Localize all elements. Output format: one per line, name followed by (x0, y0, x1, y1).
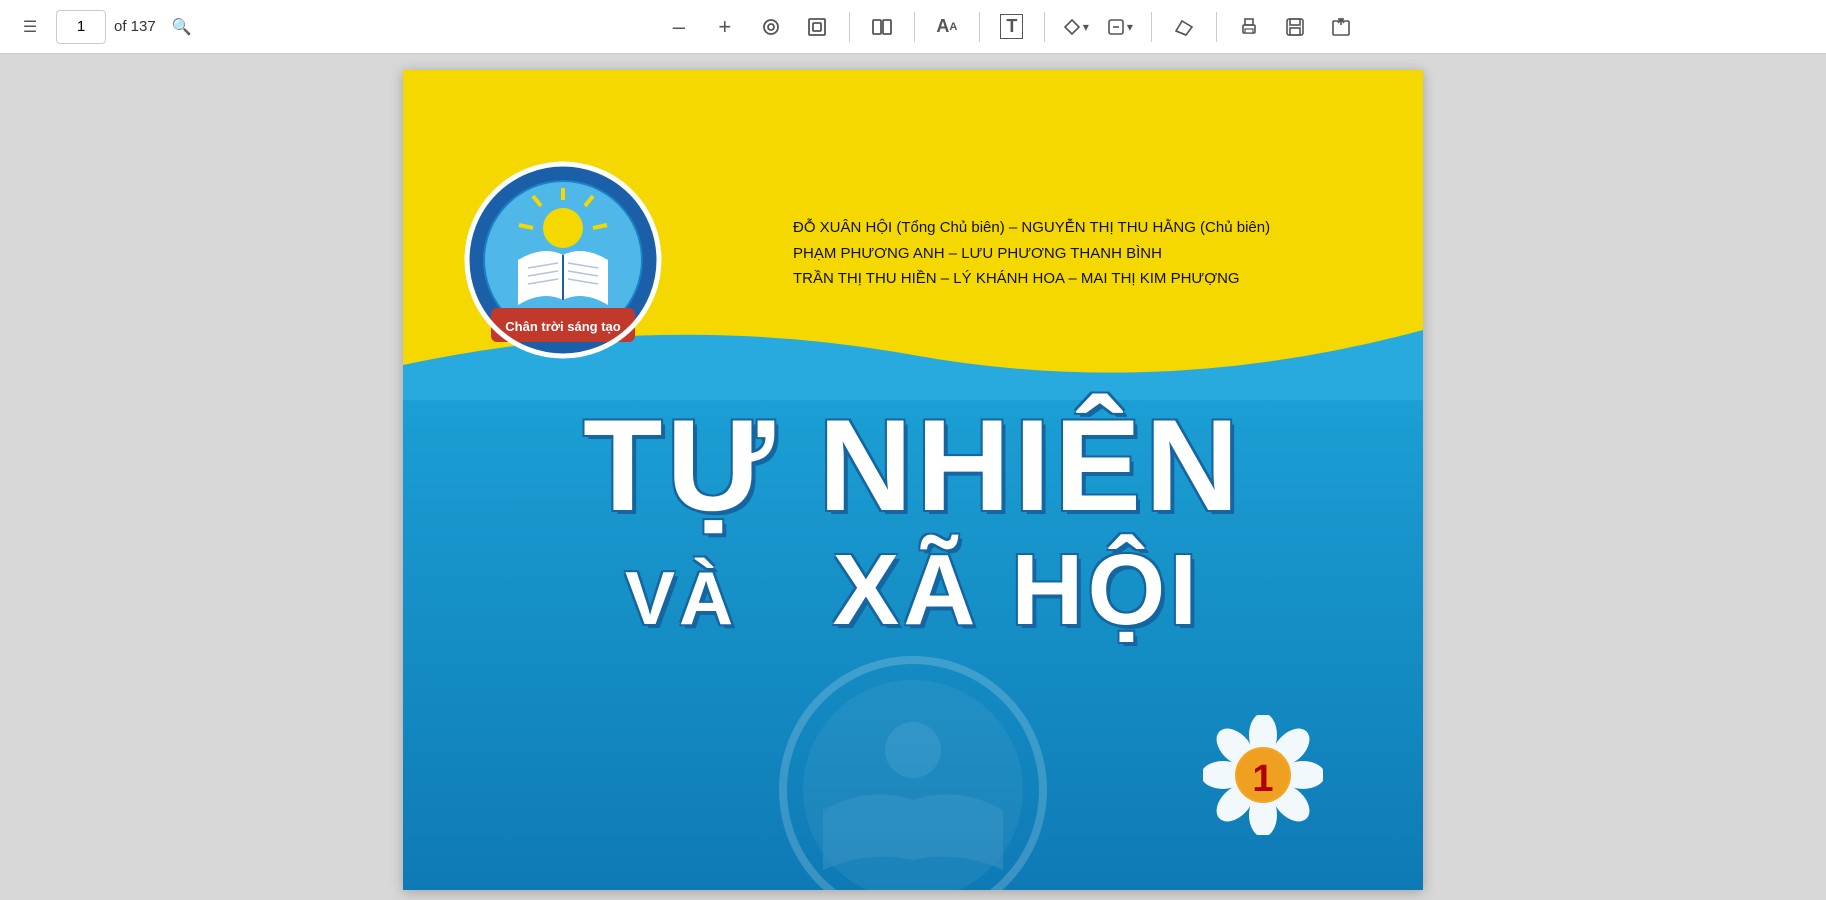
grade-badge: 1 (1203, 715, 1323, 835)
watermark-logo (723, 650, 1103, 890)
annotation2-button[interactable]: ▾ (1103, 9, 1137, 45)
author-line-2: PHẠM PHƯƠNG ANH – LƯU PHƯƠNG THANH BÌNH (793, 241, 1393, 267)
author-line-1: ĐỖ XUÂN HỘI (Tổng Chủ biên) – NGUYỄN THỊ… (793, 215, 1393, 241)
book-title: TỰ NHIÊN VÀ XÃ HỘI (403, 400, 1423, 640)
annotation-icon (1063, 18, 1081, 36)
zoom-out-icon: – (673, 14, 685, 40)
title-xahoi: XÃ HỘI (833, 534, 1201, 646)
title-line2: VÀ XÃ HỘI (403, 540, 1423, 640)
zoom-out-button[interactable]: – (661, 9, 697, 45)
dual-page-button[interactable] (864, 9, 900, 45)
page-count: of 137 (114, 18, 156, 35)
print-button[interactable] (1231, 9, 1267, 45)
text-size-button[interactable]: A A (929, 9, 965, 45)
fit-page-button[interactable] (753, 9, 789, 45)
publisher-logo: Chân trời sáng tạo (463, 160, 663, 360)
authors-area: ĐỖ XUÂN HỘI (Tổng Chủ biên) – NGUYỄN THỊ… (793, 215, 1393, 292)
page-number-input[interactable] (56, 10, 106, 44)
author-line-3: TRẦN THỊ THU HIỀN – LÝ KHÁNH HOA – MAI T… (793, 266, 1393, 292)
separator-1 (849, 12, 850, 42)
search-button[interactable]: 🔍 (164, 9, 200, 45)
separator-5 (1151, 12, 1152, 42)
zoom-in-icon: + (718, 14, 731, 40)
title-line1: TỰ NHIÊN (403, 400, 1423, 530)
text-tool-icon: T (1000, 14, 1023, 39)
fit-width-icon (806, 16, 828, 38)
fit-page-icon (760, 16, 782, 38)
menu-icon: ☰ (23, 17, 37, 37)
separator-2 (914, 12, 915, 42)
export-icon (1331, 17, 1351, 37)
eraser-button[interactable] (1166, 9, 1202, 45)
svg-text:1: 1 (1252, 758, 1273, 800)
separator-4 (1044, 12, 1045, 42)
separator-6 (1216, 12, 1217, 42)
print-icon (1239, 17, 1259, 37)
separator-3 (979, 12, 980, 42)
zoom-in-button[interactable]: + (707, 9, 743, 45)
main-content: Chân trời sáng tạo ĐỖ XUÂN HỘI (Tổng Chủ… (0, 0, 1826, 900)
text-tool-button[interactable]: T (994, 9, 1030, 45)
menu-button[interactable]: ☰ (12, 9, 48, 45)
annotation2-icon (1107, 18, 1125, 36)
export-button[interactable] (1323, 9, 1359, 45)
title-va: VÀ (625, 556, 737, 640)
toolbar: ☰ of 137 🔍 – + (0, 0, 1826, 54)
save-button[interactable] (1277, 9, 1313, 45)
dual-page-icon (871, 16, 893, 38)
text-size-icon: A (936, 16, 949, 37)
eraser-icon (1174, 17, 1194, 37)
annotation-button[interactable]: ▾ (1059, 9, 1093, 45)
search-icon: 🔍 (172, 17, 192, 37)
svg-text:Chân trời sáng tạo: Chân trời sáng tạo (505, 319, 620, 334)
book-page: Chân trời sáng tạo ĐỖ XUÂN HỘI (Tổng Chủ… (403, 70, 1423, 890)
save-icon (1285, 17, 1305, 37)
fit-width-button[interactable] (799, 9, 835, 45)
